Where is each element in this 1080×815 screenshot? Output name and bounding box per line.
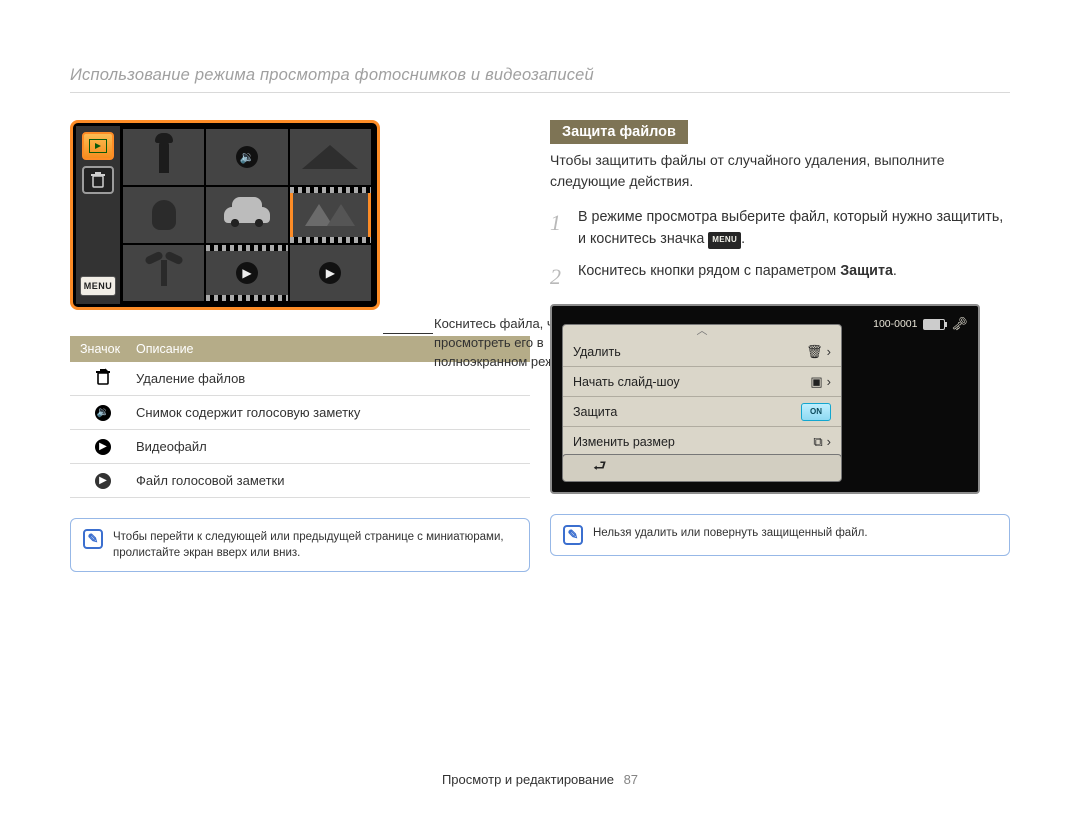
legend-row: 🔉 Снимок содержит голосовую заметку [70, 396, 530, 430]
slideshow-icon: ▣ [810, 374, 822, 390]
memo-badge-icon: ▶ [319, 262, 341, 284]
legend-desc: Снимок содержит голосовую заметку [136, 405, 530, 420]
back-icon: ⮐ [593, 456, 607, 481]
battery-icon [923, 319, 945, 330]
trash-icon [94, 368, 112, 389]
menu-row-slideshow[interactable]: Начать слайд-шоу ▣ › [563, 367, 841, 397]
legend-row: ▶ Файл голосовой заметки [70, 464, 530, 498]
thumbnail-cell[interactable]: ▶ [206, 245, 287, 301]
file-counter: 100-0001 [873, 318, 917, 330]
info-note-left: ✎ Чтобы перейти к следующей или предыдущ… [70, 518, 530, 572]
step-text-a: В режиме просмотра выберите файл, которы… [578, 209, 1003, 247]
menu-pill-icon: MENU [708, 232, 741, 248]
step-text-b: . [741, 231, 745, 247]
menu-row-label: Начать слайд-шоу [573, 375, 680, 389]
camera-thumbnail-screen: MENU 🔉 ▶ ▶ [70, 120, 380, 310]
menu-row-resize[interactable]: Изменить размер ⧉ › [563, 427, 841, 457]
camera-menu-screen: 100-0001 🗝 ︿ Удалить 🗑 › Начать слайд-шоу… [550, 304, 980, 494]
voice-note-icon: 🔉 [95, 405, 111, 421]
legend-desc: Удаление файлов [136, 371, 530, 386]
legend-desc: Файл голосовой заметки [136, 473, 530, 488]
section-heading-protect: Защита файлов [550, 120, 688, 144]
thumbnail-cell[interactable] [206, 187, 287, 243]
menu-row-label: Удалить [573, 345, 621, 359]
legend-desc: Видеофайл [136, 439, 530, 454]
step-bold: Защита [840, 263, 893, 279]
step-1: 1 В режиме просмотра выберите файл, кото… [550, 206, 1010, 250]
info-icon: ✎ [563, 525, 583, 545]
panel-up-arrow[interactable]: ︿ [563, 325, 841, 337]
thumbnail-view-icon[interactable] [82, 132, 114, 160]
menu-row-protect[interactable]: Защита ON [563, 397, 841, 427]
lock-icon: 🗝 [951, 316, 968, 332]
info-icon: ✎ [83, 529, 103, 549]
info-text: Нельзя удалить или повернуть защищенный … [593, 525, 868, 541]
step-number: 1 [550, 206, 578, 250]
page-footer: Просмотр и редактирование 87 [0, 772, 1080, 787]
chevron-right-icon: › [827, 344, 831, 359]
resize-icon: ⧉ [813, 434, 822, 450]
title-rule [70, 92, 1010, 93]
options-panel: ︿ Удалить 🗑 › Начать слайд-шоу ▣ › Защита … [562, 324, 842, 470]
voice-badge-icon: 🔉 [236, 146, 258, 168]
footer-page-number: 87 [624, 772, 638, 787]
step-2: 2 Коснитесь кнопки рядом с параметром За… [550, 260, 1010, 294]
thumbnail-cell[interactable] [123, 187, 204, 243]
step-number: 2 [550, 260, 578, 294]
info-note-right: ✎ Нельзя удалить или повернуть защищенны… [550, 514, 1010, 556]
thumbnail-cell[interactable] [123, 245, 204, 301]
protect-toggle[interactable]: ON [801, 403, 831, 421]
thumbnail-cell[interactable]: 🔉 [206, 129, 287, 185]
delete-files-icon[interactable] [82, 166, 114, 194]
menu-row-delete[interactable]: Удалить 🗑 › [563, 337, 841, 367]
info-text: Чтобы перейти к следующей или предыдущей… [113, 529, 517, 561]
legend-head-icon: Значок [70, 342, 136, 356]
menu-row-label: Изменить размер [573, 435, 675, 449]
thumbnail-cell[interactable] [123, 129, 204, 185]
menu-button[interactable]: MENU [80, 276, 116, 296]
back-bar[interactable]: ⮐ [562, 454, 842, 482]
video-file-icon: ▶ [95, 439, 111, 455]
chevron-right-icon: › [827, 374, 831, 389]
page-title: Использование режима просмотра фотоснимк… [70, 66, 594, 85]
voice-memo-file-icon: ▶ [95, 473, 111, 489]
chevron-right-icon: › [827, 434, 831, 449]
footer-section-name: Просмотр и редактирование [442, 772, 614, 787]
thumbnail-cell[interactable]: ▶ [290, 245, 371, 301]
step-text-b: . [893, 263, 897, 279]
protect-intro: Чтобы защитить файлы от случайного удале… [550, 150, 1010, 192]
menu-row-label: Защита [573, 405, 617, 419]
thumbnail-cell[interactable] [290, 129, 371, 185]
thumbnail-cell-selected[interactable] [290, 187, 371, 243]
callout-leader-line [383, 333, 433, 334]
trash-small-icon: 🗑 [806, 344, 823, 360]
step-text-a: Коснитесь кнопки рядом с параметром [578, 263, 840, 279]
legend-row: ▶ Видеофайл [70, 430, 530, 464]
play-badge-icon: ▶ [236, 262, 258, 284]
